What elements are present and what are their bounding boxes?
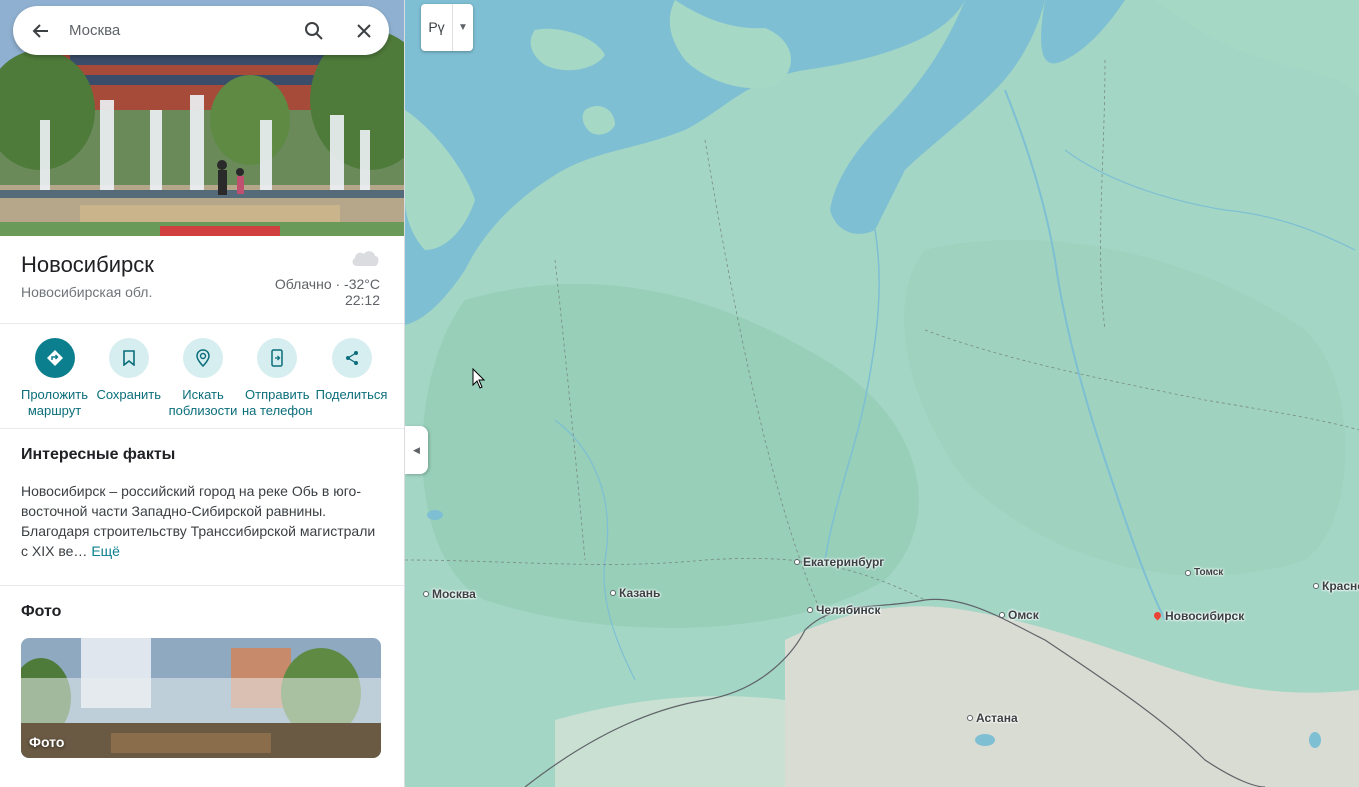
city-marker-icon: [967, 715, 973, 721]
action-label: Искать поблизости: [168, 387, 238, 418]
arrow-left-icon: [32, 23, 48, 38]
back-button[interactable]: [13, 21, 69, 41]
chevron-left-icon: ◀: [413, 444, 420, 455]
city-marker-icon: [1185, 569, 1191, 576]
place-header: Новосибирск Новосибирская обл.: [21, 252, 154, 300]
action-label: Проложить маршрут: [20, 387, 89, 418]
facts-title: Интересные факты: [21, 446, 176, 463]
share-circle: [331, 338, 372, 378]
search-button[interactable]: [289, 21, 339, 41]
search-icon: [305, 21, 323, 40]
city-label-tomsk[interactable]: Томск: [1185, 567, 1223, 578]
send-circle: [257, 338, 298, 378]
selected-place-pin-icon: [1154, 612, 1162, 620]
collapse-panel-button[interactable]: ◀: [405, 426, 428, 474]
directions-circle: [34, 338, 75, 378]
bookmark-icon: [122, 350, 135, 366]
weather-widget: Облачно · -32°C 22:12: [275, 248, 380, 308]
action-buttons: Проложить маршрут Сохранить Искать побли…: [18, 338, 388, 419]
divider: [0, 323, 404, 324]
divider: [0, 428, 404, 429]
language-label: Рү: [421, 4, 453, 51]
map-language-button[interactable]: Рү ▼: [421, 4, 473, 51]
place-region: Новосибирская обл.: [21, 284, 153, 300]
city-label-omsk[interactable]: Омск: [999, 608, 1039, 622]
weather-text: Облачно · -32°C: [274, 276, 380, 292]
directions-icon: [46, 350, 63, 366]
hero-photo[interactable]: Москва: [0, 0, 404, 236]
share-icon: [345, 351, 358, 365]
chevron-down-icon[interactable]: ▼: [453, 22, 473, 33]
map-canvas[interactable]: Москва Казань Екатеринбург Челябинск Омс…: [405, 0, 1359, 787]
facts-more-link[interactable]: Ещё: [91, 543, 120, 559]
city-label-krasnoyarsk[interactable]: Красно: [1313, 579, 1359, 593]
city-marker-icon: [423, 591, 429, 597]
city-marker-icon: [1313, 583, 1319, 589]
photo-card-label: Фото: [29, 734, 65, 750]
city-label-chelyabinsk[interactable]: Челябинск: [807, 603, 880, 617]
divider: [0, 585, 404, 586]
cloud-icon: [352, 251, 379, 266]
place-panel: Москва Новосибирск Новосибирская обл. Об…: [0, 0, 405, 787]
nearby-circle: [183, 338, 223, 378]
send-to-phone-button[interactable]: Отправить на телефон: [241, 338, 314, 419]
photo-card[interactable]: Фото: [21, 638, 381, 758]
city-marker-icon: [610, 590, 616, 596]
save-circle: [108, 338, 149, 378]
city-marker-icon: [794, 559, 800, 565]
action-label: Поделиться: [315, 387, 388, 402]
photos-title: Фото: [21, 603, 62, 620]
facts-text: Новосибирск – российский город на реке О…: [21, 483, 376, 559]
city-marker-icon: [999, 612, 1005, 618]
send-to-phone-icon: [271, 349, 283, 367]
save-button[interactable]: Сохранить: [92, 338, 165, 419]
place-title: Новосибирск: [21, 252, 154, 277]
local-time: 22:12: [344, 292, 380, 308]
city-label-moskva[interactable]: Москва: [423, 587, 476, 601]
search-bar[interactable]: Москва: [13, 6, 389, 55]
facts-text-block: Новосибирск – российский город на реке О…: [21, 481, 386, 561]
mouse-cursor-icon: [472, 368, 486, 389]
city-label-astana[interactable]: Астана: [967, 711, 1018, 725]
city-label-ekaterinburg[interactable]: Екатеринбург: [794, 555, 884, 569]
action-label: Сохранить: [96, 387, 162, 402]
city-label-kazan[interactable]: Казань: [610, 586, 660, 600]
map-terrain: [405, 0, 1359, 787]
directions-button[interactable]: Проложить маршрут: [18, 338, 91, 419]
clear-search-button[interactable]: [339, 22, 389, 40]
photo-thumbnail: [21, 638, 381, 758]
city-label-novosibirsk[interactable]: Новосибирск: [1154, 609, 1244, 623]
share-button[interactable]: Поделиться: [315, 338, 388, 419]
close-icon: [357, 23, 371, 38]
search-input[interactable]: Москва: [69, 22, 289, 39]
nearby-button[interactable]: Искать поблизости: [167, 338, 240, 419]
city-marker-icon: [807, 607, 813, 613]
action-label: Отправить на телефон: [241, 387, 313, 418]
nearby-search-icon: [196, 349, 210, 367]
